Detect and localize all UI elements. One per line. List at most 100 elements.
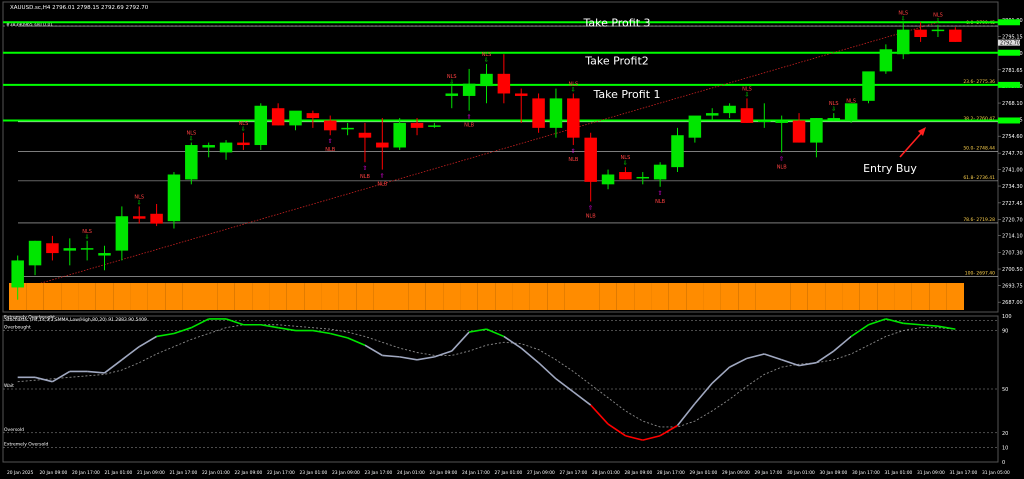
volume-bar <box>911 283 930 310</box>
candle-body <box>862 71 875 101</box>
volume-bar <box>495 283 513 310</box>
price-tick-label: 2768.10 <box>1002 101 1023 107</box>
candle-body <box>376 142 389 148</box>
candle-body <box>688 115 702 138</box>
up-arrow-icon: ⇧ <box>467 114 472 121</box>
marker-label: NLB <box>586 214 597 220</box>
candle-body <box>132 216 146 219</box>
down-arrow-icon: ⇩ <box>449 79 454 86</box>
stochastic-main-line <box>711 366 731 384</box>
volume-bar <box>425 283 444 310</box>
time-axis-label: 29 Jan 17:00 <box>755 470 783 476</box>
candle-body <box>271 108 285 126</box>
candle-body <box>671 135 684 168</box>
candle-body <box>827 118 841 120</box>
level-price-tag <box>998 19 1020 26</box>
candle-body <box>636 176 650 179</box>
volume-bar <box>703 283 721 310</box>
marker-label: NLB <box>777 164 788 170</box>
time-axis-label: 20 Jan 17:00 <box>72 470 100 476</box>
time-axis-label: 31 Jan 01:00 <box>885 470 913 476</box>
fib-level-label: 78.6- 2719.28 <box>963 217 995 223</box>
volume-bar <box>95 283 114 310</box>
candle-body <box>567 98 580 138</box>
stochastic-main-line <box>572 391 592 406</box>
stochastic-main-line <box>625 434 643 441</box>
price-tick-label: 2741.00 <box>1002 168 1023 174</box>
candle-body <box>28 240 42 266</box>
up-arrow-icon: ⇧ <box>362 165 367 172</box>
volume-bar <box>859 283 878 310</box>
volume-bar <box>182 283 200 310</box>
candle-body <box>584 137 597 182</box>
volume-bar <box>686 283 704 310</box>
volume-bar <box>43 283 62 310</box>
volume-bar <box>773 283 791 310</box>
stochastic-signal-line <box>17 324 956 428</box>
stochastic-main-line <box>815 350 835 364</box>
down-arrow-icon: ⇩ <box>849 104 854 111</box>
time-axis-label: 31 Jan 09:00 <box>917 470 945 476</box>
volume-bar <box>356 283 374 310</box>
down-arrow-icon: ⇩ <box>935 18 940 25</box>
volume-bar <box>512 283 530 310</box>
stochastic-main-line <box>382 354 400 358</box>
time-axis-label: 30 Jan 01:00 <box>787 470 815 476</box>
time-axis-label: 24 Jan 09:00 <box>430 470 458 476</box>
candle-body <box>237 142 250 146</box>
stochastic-main-line <box>920 323 939 328</box>
candle-body <box>185 145 198 180</box>
volume-bar <box>651 283 669 310</box>
take-profit-3-label: Take Profit 3 <box>582 16 650 29</box>
stochastic-main-line <box>833 335 852 352</box>
volume-bar <box>200 283 218 310</box>
time-axis-label: 31 Jan 17:00 <box>950 470 978 476</box>
volume-bar <box>616 283 635 310</box>
stoch-tick-label: 90 <box>1002 329 1008 335</box>
time-axis-label: 30 Jan 09:00 <box>820 470 848 476</box>
time-axis-label: 23 Jan 01:00 <box>300 470 328 476</box>
candle-body <box>289 110 302 126</box>
volume-bar <box>217 283 235 310</box>
stochastic-main-line <box>590 404 609 425</box>
volume-bar <box>634 283 652 310</box>
volume-bar <box>26 283 44 310</box>
down-arrow-icon: ⇩ <box>137 199 142 206</box>
candle-body <box>775 120 788 123</box>
down-arrow-icon: ⇩ <box>571 86 576 93</box>
time-axis-label: 21 Jan 17:00 <box>170 470 198 476</box>
price-tick-label: 2700.50 <box>1002 267 1023 273</box>
volume-bar <box>738 283 756 310</box>
volume-bar <box>564 283 582 310</box>
volume-bar <box>391 283 409 310</box>
candle-body <box>480 73 493 87</box>
stoch-tick-label: 20 <box>1002 431 1008 437</box>
candle-body <box>393 122 406 148</box>
stochastic-main-line <box>312 329 331 335</box>
stochastic-main-line <box>520 347 540 364</box>
time-axis-label: 22 Jan 17:00 <box>267 470 295 476</box>
fib-level-label: 61.8- 2736.41 <box>963 175 995 181</box>
volume-bar <box>807 283 826 310</box>
stochastic-main-line <box>885 318 904 325</box>
up-arrow-icon: ⇧ <box>588 205 593 212</box>
marker-label: NLB <box>325 147 336 153</box>
stochastic-main-line <box>225 318 244 326</box>
entry-buy-label: Entry Buy <box>863 162 917 175</box>
candle-body <box>514 93 528 96</box>
candle-body <box>150 213 163 224</box>
level-price-tag <box>998 49 1020 56</box>
chart-canvas: XAUUSD.sc,H4 2796.01 2798.15 2792.69 279… <box>2 1 1023 476</box>
volume-bar <box>929 283 947 310</box>
volume-bar <box>78 283 96 310</box>
stoch-zone-label: Oversold <box>4 427 24 433</box>
stochastic-main-line <box>416 356 435 361</box>
candle-body <box>323 120 337 131</box>
down-arrow-icon: ⇩ <box>85 234 90 241</box>
price-tick-label: 2734.30 <box>1002 184 1023 190</box>
candle-body <box>11 260 24 288</box>
time-axis-label: 28 Jan 09:00 <box>625 470 653 476</box>
candle-body <box>341 127 354 130</box>
candle-body <box>219 142 233 153</box>
stochastic-main-line <box>330 332 348 339</box>
